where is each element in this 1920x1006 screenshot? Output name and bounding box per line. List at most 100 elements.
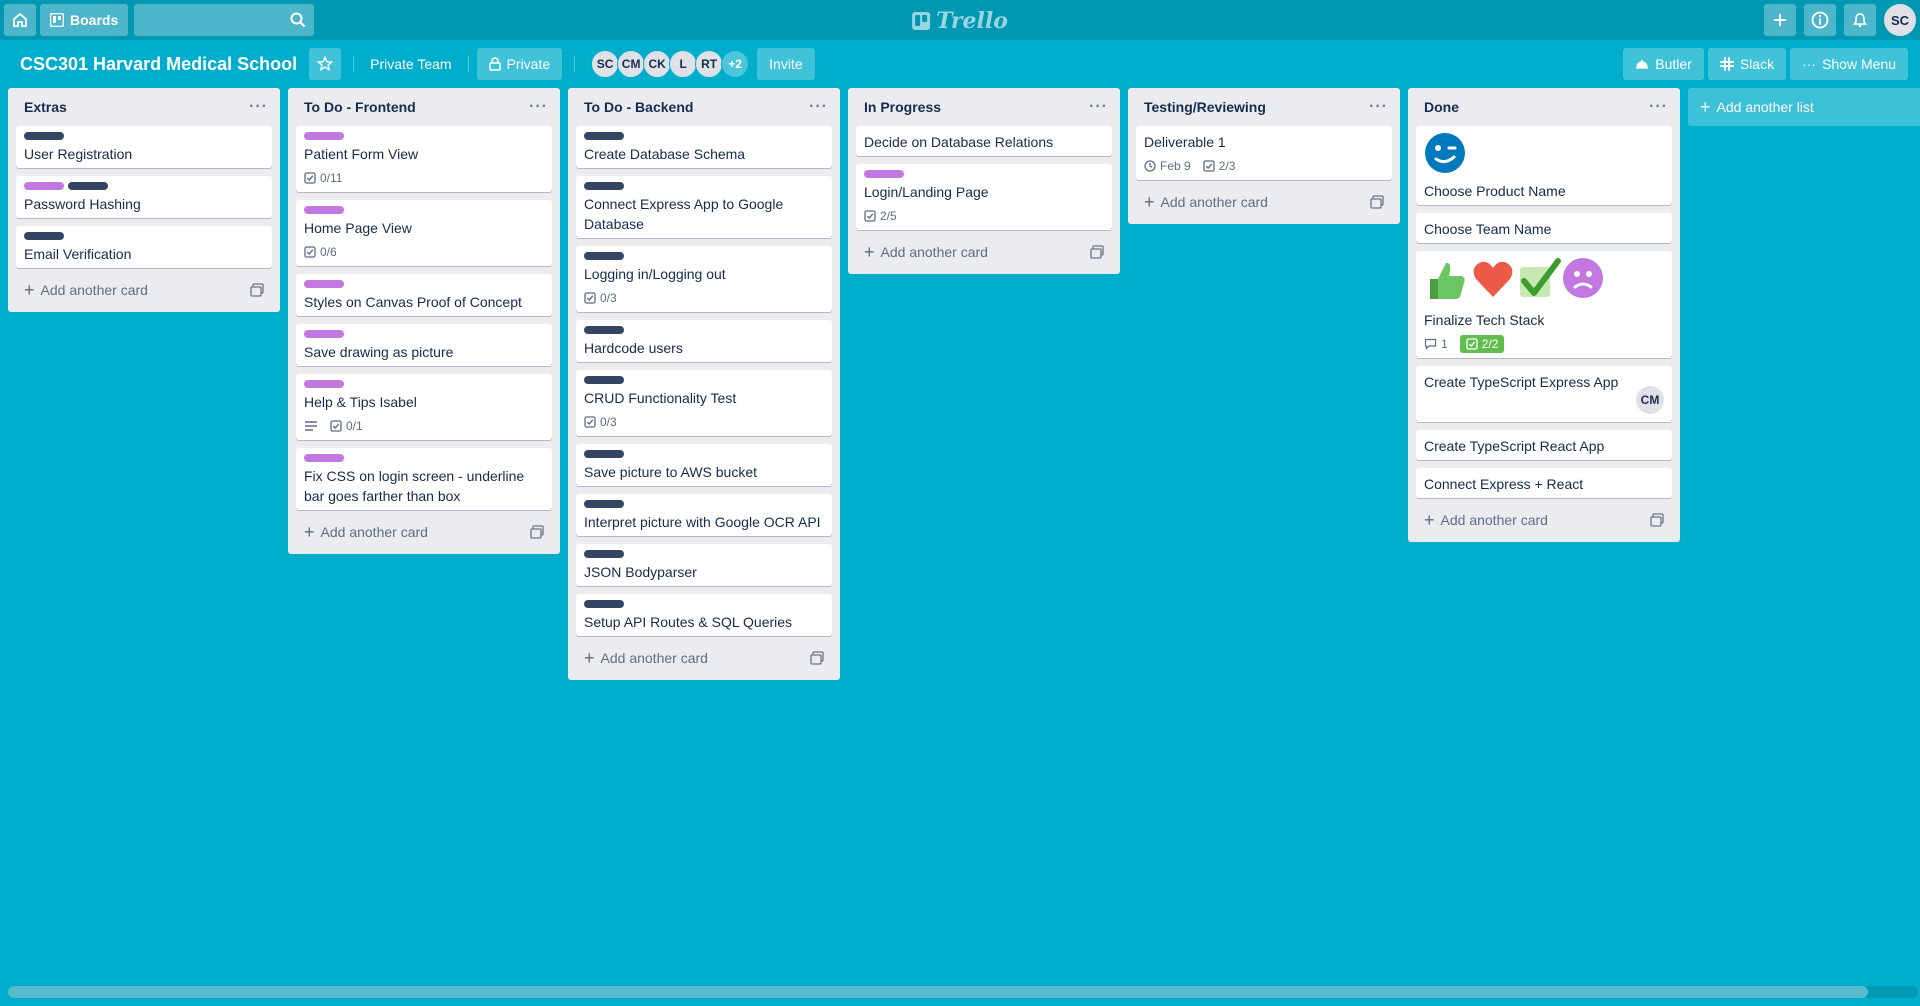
list-title[interactable]: Done <box>1424 99 1459 115</box>
list-menu-icon[interactable]: ··· <box>249 98 268 116</box>
card-label-purple[interactable] <box>304 454 344 462</box>
card[interactable]: Save drawing as picture <box>296 324 552 366</box>
card-member-avatar[interactable]: CM <box>1636 386 1664 414</box>
user-avatar[interactable]: SC <box>1884 4 1916 36</box>
card[interactable]: JSON Bodyparser <box>576 544 832 586</box>
card-label-purple[interactable] <box>304 280 344 288</box>
boards-button[interactable]: Boards <box>40 4 129 36</box>
card-template-icon[interactable] <box>530 525 544 539</box>
card-label-dark[interactable] <box>584 600 624 608</box>
add-card-button[interactable]: + Add another card <box>296 518 552 546</box>
more-members-button[interactable]: +2 <box>721 50 750 78</box>
card-label-dark[interactable] <box>584 132 624 140</box>
list-title[interactable]: In Progress <box>864 99 941 115</box>
scrollbar-thumb[interactable] <box>8 986 1868 998</box>
add-card-button[interactable]: + Add another card <box>856 238 1112 266</box>
list-title[interactable]: Extras <box>24 99 67 115</box>
card[interactable]: Create TypeScript React App <box>1416 430 1672 460</box>
card[interactable]: Patient Form View 0/11 <box>296 126 552 192</box>
card-label-purple[interactable] <box>864 170 904 178</box>
card[interactable]: Choose Team Name <box>1416 213 1672 243</box>
list-menu-icon[interactable]: ··· <box>809 98 828 116</box>
card-template-icon[interactable] <box>810 651 824 665</box>
card-label-dark[interactable] <box>68 182 108 190</box>
member-avatar[interactable]: CK <box>643 50 672 78</box>
card[interactable]: Decide on Database Relations <box>856 126 1112 156</box>
card[interactable]: Connect Express App to Google Database <box>576 176 832 238</box>
member-avatar[interactable]: RT <box>695 50 724 78</box>
card-label-dark[interactable] <box>584 500 624 508</box>
card[interactable]: Connect Express + React <box>1416 468 1672 498</box>
card[interactable]: User Registration <box>16 126 272 168</box>
card[interactable]: Hardcode users <box>576 320 832 362</box>
card-label-dark[interactable] <box>584 182 624 190</box>
list-menu-icon[interactable]: ··· <box>1089 98 1108 116</box>
card-label-dark[interactable] <box>584 550 624 558</box>
card[interactable]: Finalize Tech Stack 1 2/2 <box>1416 251 1672 358</box>
card-label-dark[interactable] <box>584 326 624 334</box>
team-button[interactable]: Private Team <box>362 56 459 72</box>
card-label-dark[interactable] <box>24 132 64 140</box>
member-avatar[interactable]: SC <box>591 50 620 78</box>
card-template-icon[interactable] <box>1370 195 1384 209</box>
add-list-button[interactable]: + Add another list <box>1688 88 1920 126</box>
card-title: Create Database Schema <box>584 146 746 162</box>
invite-button[interactable]: Invite <box>757 48 815 80</box>
add-card-button[interactable]: + Add another card <box>576 644 832 672</box>
plus-icon: + <box>1144 192 1155 212</box>
card-label-purple[interactable] <box>304 330 344 338</box>
card[interactable]: Help & Tips Isabel 0/1 <box>296 374 552 440</box>
card-template-icon[interactable] <box>250 283 264 297</box>
list-menu-icon[interactable]: ··· <box>529 98 548 116</box>
card-label-dark[interactable] <box>24 232 64 240</box>
card[interactable]: Password Hashing <box>16 176 272 218</box>
card-label-purple[interactable] <box>304 206 344 214</box>
card[interactable]: Email Verification <box>16 226 272 268</box>
card-template-icon[interactable] <box>1650 513 1664 527</box>
list-menu-icon[interactable]: ··· <box>1369 98 1388 116</box>
card-label-dark[interactable] <box>584 376 624 384</box>
add-card-button[interactable]: + Add another card <box>1416 506 1672 534</box>
add-card-button[interactable]: + Add another card <box>1136 188 1392 216</box>
card-template-icon[interactable] <box>1090 245 1104 259</box>
home-button[interactable] <box>4 4 36 36</box>
notifications-button[interactable] <box>1844 4 1876 36</box>
card[interactable]: Choose Product Name <box>1416 126 1672 205</box>
card[interactable]: Login/Landing Page 2/5 <box>856 164 1112 230</box>
card[interactable]: Home Page View 0/6 <box>296 200 552 266</box>
card[interactable]: Fix CSS on login screen - underline bar … <box>296 448 552 510</box>
list-title[interactable]: To Do - Frontend <box>304 99 416 115</box>
card[interactable]: Create TypeScript Express App CM <box>1416 366 1672 422</box>
card[interactable]: Setup API Routes & SQL Queries <box>576 594 832 636</box>
card[interactable]: Deliverable 1 Feb 9 2/3 <box>1136 126 1392 180</box>
card-label-dark[interactable] <box>584 252 624 260</box>
slack-button[interactable]: Slack <box>1707 48 1787 80</box>
member-avatar[interactable]: CM <box>617 50 646 78</box>
card-label-purple[interactable] <box>24 182 64 190</box>
list-title[interactable]: To Do - Backend <box>584 99 693 115</box>
search-input[interactable] <box>134 4 315 36</box>
butler-button[interactable]: Butler <box>1623 48 1704 80</box>
show-menu-button[interactable]: ··· Show Menu <box>1790 48 1908 80</box>
card-label-dark[interactable] <box>584 450 624 458</box>
card[interactable]: Create Database Schema <box>576 126 832 168</box>
card[interactable]: Logging in/Logging out 0/3 <box>576 246 832 312</box>
visibility-button[interactable]: Private <box>476 48 563 80</box>
list-menu-icon[interactable]: ··· <box>1649 98 1668 116</box>
card[interactable]: CRUD Functionality Test 0/3 <box>576 370 832 436</box>
checklist-icon <box>304 172 316 184</box>
card[interactable]: Interpret picture with Google OCR API <box>576 494 832 536</box>
card-label-purple[interactable] <box>304 132 344 140</box>
horizontal-scrollbar[interactable] <box>8 986 1918 998</box>
create-button[interactable] <box>1764 4 1796 36</box>
card-label-purple[interactable] <box>304 380 344 388</box>
star-button[interactable] <box>309 48 342 80</box>
add-card-button[interactable]: + Add another card <box>16 276 272 304</box>
info-button[interactable] <box>1804 4 1836 36</box>
trello-logo[interactable]: Trello <box>912 8 1008 34</box>
card[interactable]: Styles on Canvas Proof of Concept <box>296 274 552 316</box>
list-title[interactable]: Testing/Reviewing <box>1144 99 1266 115</box>
card[interactable]: Save picture to AWS bucket <box>576 444 832 486</box>
member-avatar[interactable]: L <box>669 50 698 78</box>
board-title[interactable]: CSC301 Harvard Medical School <box>20 54 297 75</box>
